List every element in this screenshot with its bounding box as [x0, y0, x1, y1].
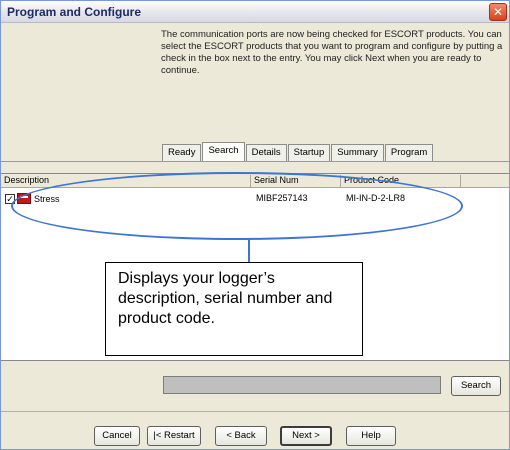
- window-title: Program and Configure: [7, 5, 142, 19]
- restart-button[interactable]: |< Restart: [147, 426, 201, 446]
- next-button[interactable]: Next >: [280, 426, 332, 446]
- close-icon[interactable]: ✕: [489, 3, 507, 21]
- callout-connector: [248, 239, 250, 263]
- title-bar[interactable]: Program and Configure ✕: [1, 1, 509, 23]
- tab-search[interactable]: Search: [202, 142, 245, 162]
- tab-strip: Ready Search Details Startup Summary Pro…: [162, 141, 434, 162]
- program-configure-window: Program and Configure ✕ The communicatio…: [0, 0, 510, 450]
- highlight-ellipse: [11, 172, 463, 240]
- search-progress-bar: [163, 376, 441, 394]
- tab-ready[interactable]: Ready: [162, 144, 202, 161]
- tab-program[interactable]: Program: [384, 144, 434, 161]
- tab-divider: [1, 161, 509, 162]
- tab-startup[interactable]: Startup: [287, 144, 331, 161]
- column-header-empty[interactable]: [461, 175, 509, 187]
- tab-details[interactable]: Details: [245, 144, 287, 161]
- search-button[interactable]: Search: [451, 376, 501, 396]
- intro-text: The communication ports are now being ch…: [161, 29, 503, 76]
- cancel-button[interactable]: Cancel: [94, 426, 140, 446]
- callout-box: Displays your logger’s description, seri…: [105, 262, 363, 356]
- tab-summary[interactable]: Summary: [331, 144, 384, 161]
- help-button[interactable]: Help: [346, 426, 396, 446]
- back-button[interactable]: < Back: [215, 426, 267, 446]
- footer-divider: [1, 411, 509, 412]
